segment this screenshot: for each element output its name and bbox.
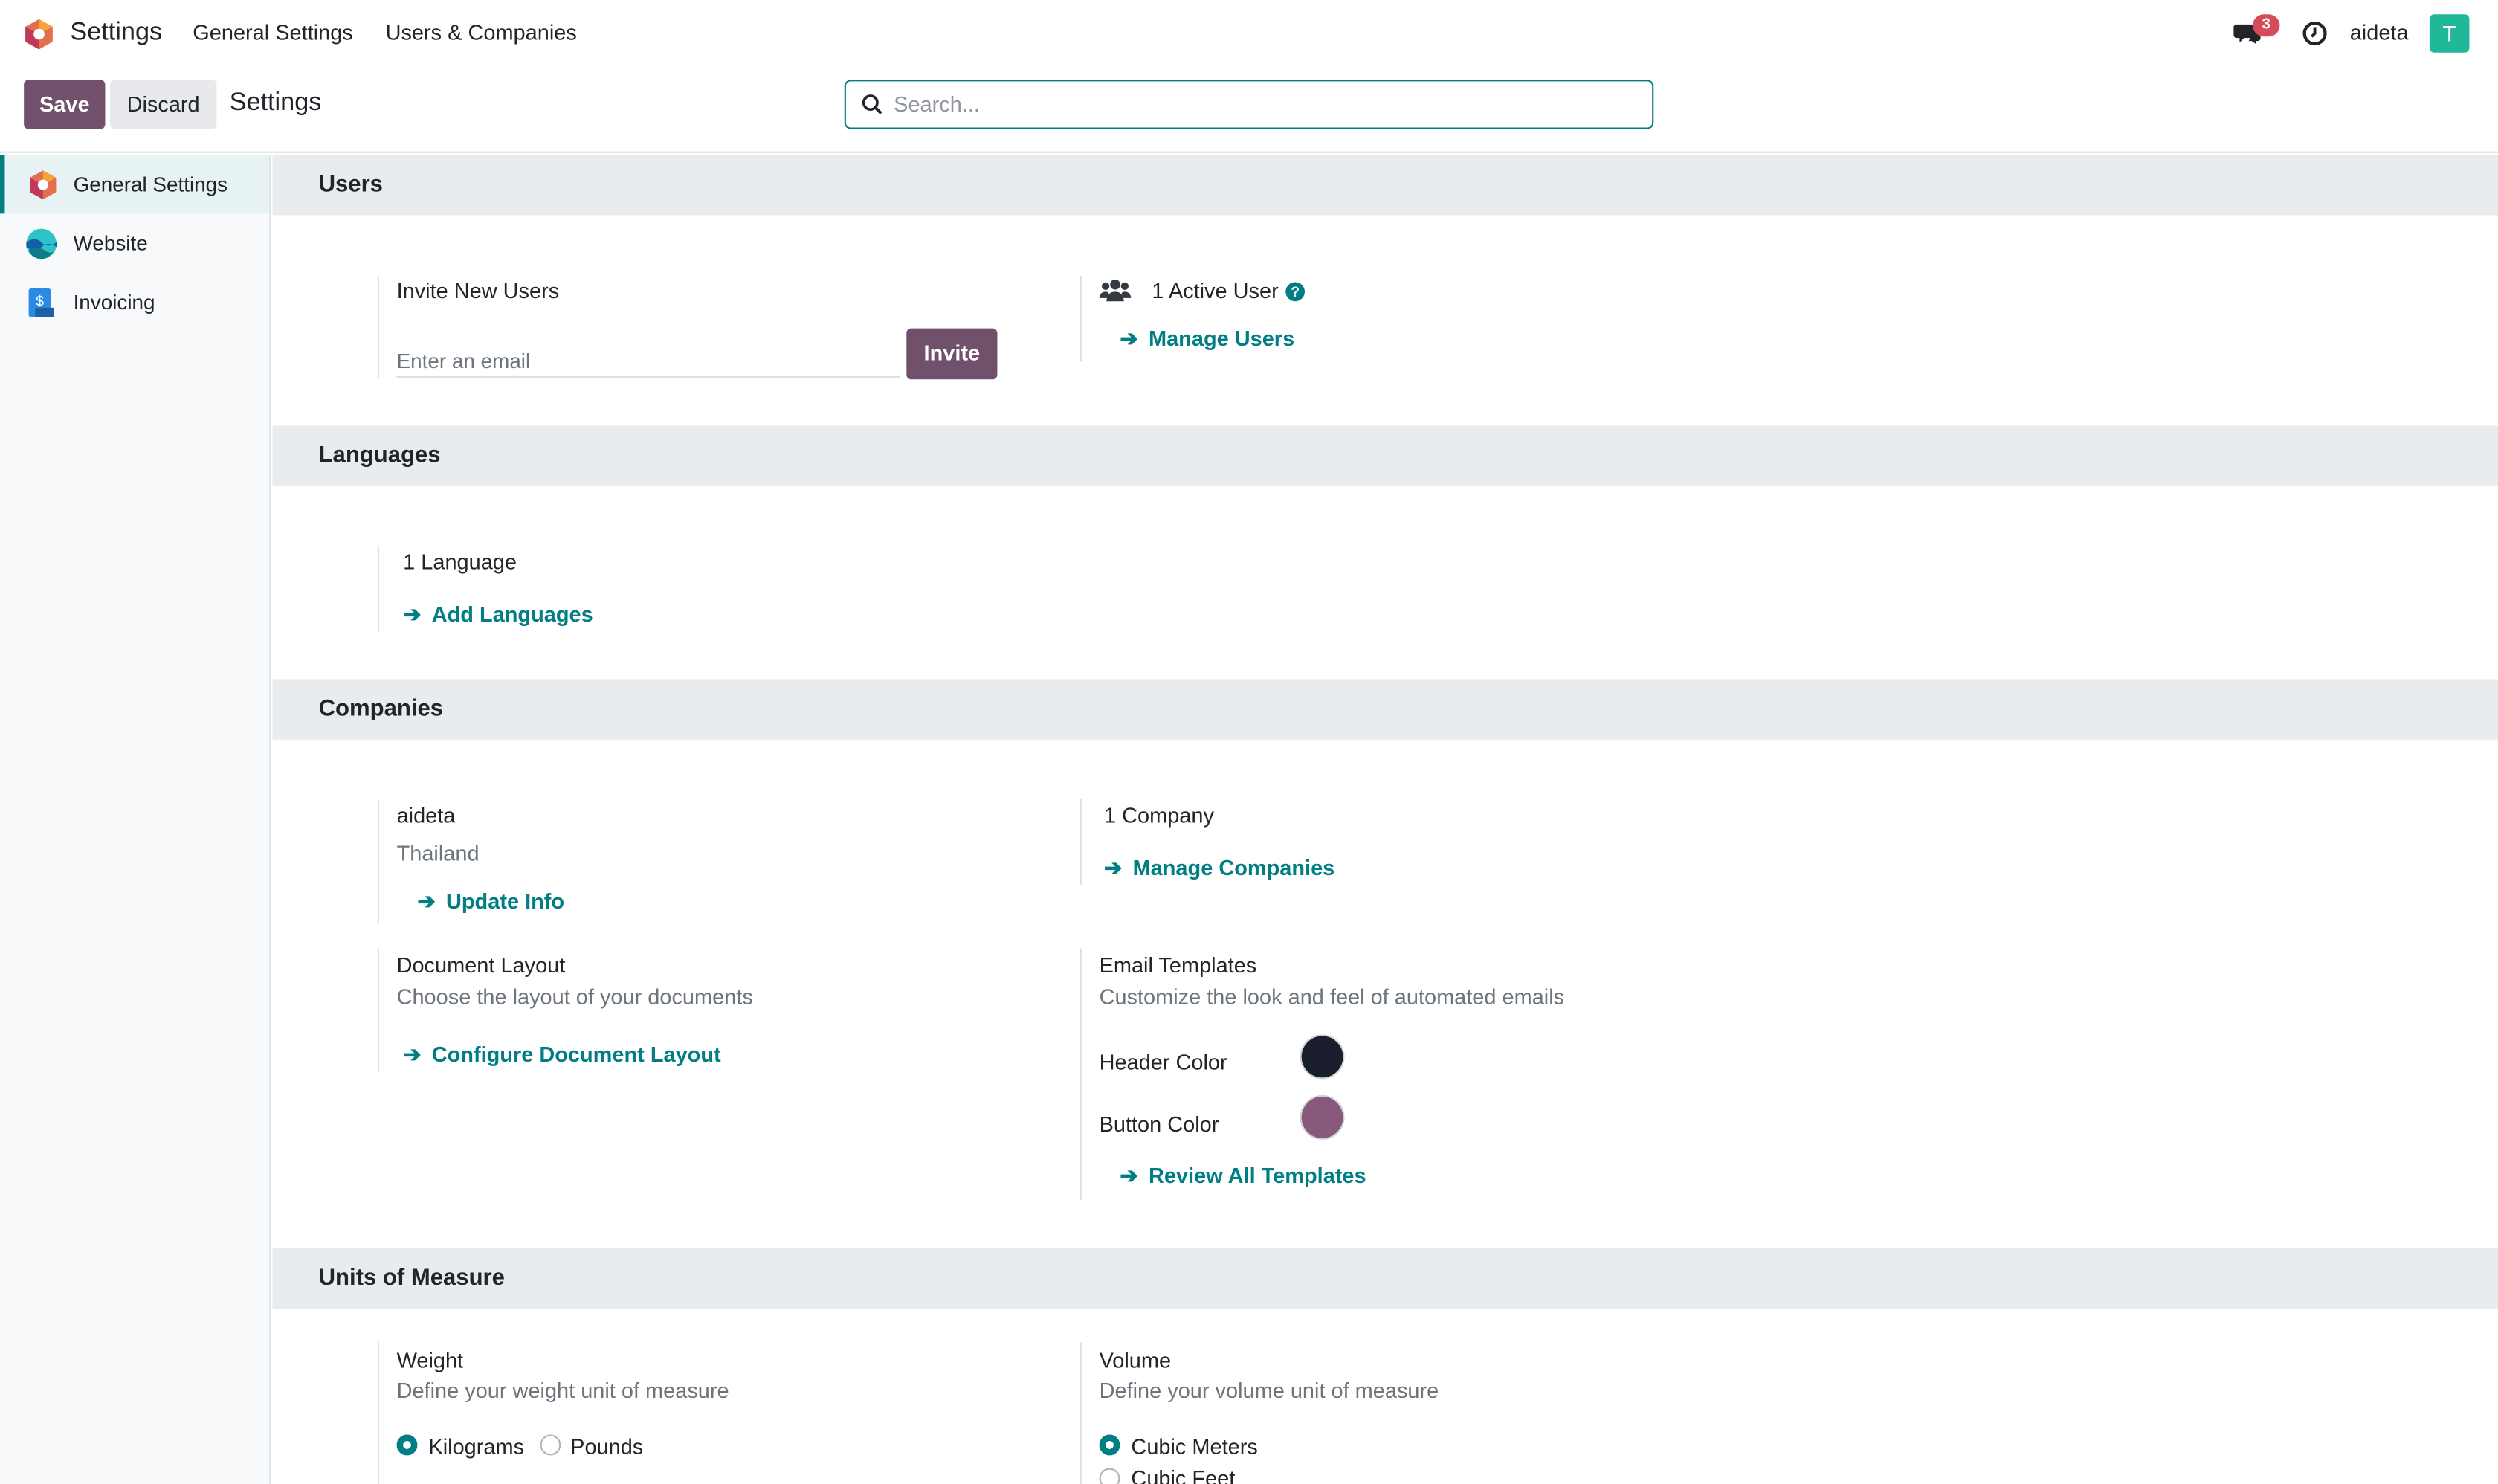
- avatar[interactable]: T: [2429, 14, 2470, 53]
- svg-text:$: $: [36, 294, 44, 309]
- weight-title: Weight: [396, 1348, 464, 1372]
- website-app-icon: [26, 228, 57, 259]
- volume-desc: Define your volume unit of measure: [1099, 1378, 1439, 1403]
- arrow-right-icon: ➔: [1120, 1164, 1138, 1188]
- arrow-right-icon: ➔: [403, 602, 422, 627]
- sidebar-item-label: Website: [73, 230, 148, 256]
- arrow-right-icon: ➔: [1104, 856, 1123, 880]
- button-color-swatch[interactable]: [1300, 1094, 1345, 1140]
- search-icon: [862, 94, 882, 114]
- divider: [377, 948, 379, 1073]
- section-title: Users: [318, 172, 383, 198]
- weight-radio-pounds[interactable]: [540, 1434, 561, 1456]
- language-count: 1 Language: [403, 549, 517, 574]
- section-header-uom: Units of Measure: [272, 1248, 2498, 1309]
- invoicing-app-icon: $: [28, 287, 54, 317]
- control-panel: Save Discard Settings: [0, 67, 2498, 153]
- invite-button[interactable]: Invite: [906, 328, 998, 380]
- manage-users-link[interactable]: Manage Users: [1149, 327, 1294, 351]
- discard-button[interactable]: Discard: [109, 80, 217, 129]
- divider: [1079, 1342, 1082, 1484]
- section-header-companies: Companies: [272, 679, 2498, 740]
- arrow-right-icon: ➔: [403, 1042, 422, 1067]
- help-icon[interactable]: ?: [1285, 282, 1305, 302]
- settings-page: Settings General Settings Users & Compan…: [0, 0, 2498, 1484]
- divider: [377, 1342, 379, 1484]
- section-title: Units of Measure: [318, 1265, 505, 1291]
- volume-option-label[interactable]: Cubic Feet: [1131, 1466, 1235, 1484]
- header-color-swatch[interactable]: [1300, 1034, 1345, 1080]
- header-color-label: Header Color: [1099, 1050, 1227, 1075]
- app-name[interactable]: Settings: [70, 19, 162, 48]
- section-title: Companies: [318, 696, 444, 723]
- settings-app-logo-icon[interactable]: [24, 18, 54, 51]
- company-country: Thailand: [396, 841, 480, 866]
- divider: [1079, 948, 1082, 1201]
- document-layout-desc: Choose the layout of your documents: [396, 984, 753, 1010]
- invite-email-input[interactable]: [396, 346, 900, 378]
- volume-option-label[interactable]: Cubic Meters: [1131, 1435, 1257, 1459]
- manage-companies-link[interactable]: Manage Companies: [1133, 856, 1335, 880]
- sidebar-item-invoicing[interactable]: $ Invoicing: [0, 273, 269, 332]
- settings-sidebar: General Settings Website $ Invoicing: [0, 154, 271, 1484]
- activity-clock-icon[interactable]: [2302, 21, 2327, 46]
- company-name: aideta: [396, 803, 456, 828]
- weight-radio-kilograms[interactable]: [396, 1434, 418, 1456]
- arrow-right-icon: ➔: [1120, 326, 1138, 351]
- settings-app-icon: [30, 170, 57, 199]
- section-header-users: Users: [272, 154, 2498, 216]
- search-input[interactable]: [894, 81, 1643, 128]
- volume-radio-cubic-feet[interactable]: [1099, 1468, 1120, 1484]
- chat-badge: 3: [2253, 14, 2280, 37]
- add-languages-link[interactable]: Add Languages: [432, 602, 593, 626]
- weight-option-label[interactable]: Kilograms: [428, 1435, 524, 1459]
- divider: [377, 546, 379, 633]
- arrow-right-icon: ➔: [417, 889, 436, 914]
- weight-desc: Define your weight unit of measure: [396, 1378, 729, 1403]
- volume-radio-cubic-meters[interactable]: [1099, 1434, 1120, 1456]
- settings-content: Users Invite New Users Invite 1 Active U…: [272, 154, 2498, 1484]
- sidebar-item-label: General Settings: [73, 172, 228, 196]
- save-button[interactable]: Save: [24, 80, 106, 129]
- sidebar-item-website[interactable]: Website: [0, 213, 269, 272]
- sidebar-item-label: Invoicing: [73, 290, 155, 314]
- active-users-count: 1 Active User: [1152, 279, 1279, 303]
- review-all-templates-link[interactable]: Review All Templates: [1149, 1164, 1366, 1187]
- top-navbar: Settings General Settings Users & Compan…: [0, 0, 2498, 67]
- configure-document-layout-link[interactable]: Configure Document Layout: [432, 1042, 721, 1066]
- divider: [377, 275, 379, 378]
- users-group-icon: [1099, 279, 1132, 302]
- page-title: Settings: [229, 89, 322, 117]
- email-templates-desc: Customize the look and feel of automated…: [1099, 984, 1565, 1010]
- divider: [377, 799, 379, 923]
- section-header-languages: Languages: [272, 425, 2498, 486]
- email-templates-title: Email Templates: [1099, 953, 1257, 978]
- divider: [1079, 799, 1082, 885]
- menu-general-settings[interactable]: General Settings: [193, 21, 352, 45]
- document-layout-title: Document Layout: [396, 953, 566, 978]
- section-title: Languages: [318, 443, 441, 469]
- divider: [1079, 275, 1082, 362]
- user-name[interactable]: aideta: [2350, 21, 2409, 45]
- button-color-label: Button Color: [1099, 1112, 1219, 1137]
- update-info-link[interactable]: Update Info: [446, 889, 564, 913]
- sidebar-item-general-settings[interactable]: General Settings: [0, 154, 270, 214]
- weight-option-label[interactable]: Pounds: [570, 1435, 643, 1459]
- company-count: 1 Company: [1104, 803, 1214, 828]
- menu-users-companies[interactable]: Users & Companies: [386, 21, 577, 45]
- search-box[interactable]: [844, 80, 1654, 129]
- volume-title: Volume: [1099, 1348, 1172, 1372]
- invite-users-label: Invite New Users: [396, 279, 560, 303]
